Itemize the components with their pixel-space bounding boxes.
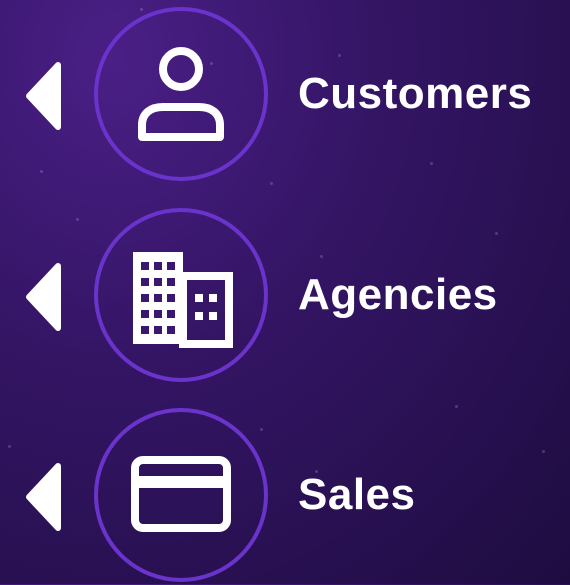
menu-item-label: Agencies — [298, 270, 498, 319]
credit-card-icon — [131, 456, 231, 532]
menu-list: Customers Agencies Sales — [0, 0, 570, 584]
caret-left-icon[interactable] — [24, 462, 62, 532]
building-icon — [133, 252, 233, 348]
caret-left-icon[interactable] — [24, 61, 62, 131]
menu-item-label: Customers — [298, 69, 533, 118]
menu-item-label: Sales — [298, 470, 416, 519]
caret-left-icon[interactable] — [24, 262, 62, 332]
menu-item-sales[interactable]: Sales — [0, 405, 570, 585]
menu-item-customers[interactable]: Customers — [0, 4, 570, 184]
menu-item-agencies[interactable]: Agencies — [0, 205, 570, 385]
user-icon — [138, 47, 224, 141]
